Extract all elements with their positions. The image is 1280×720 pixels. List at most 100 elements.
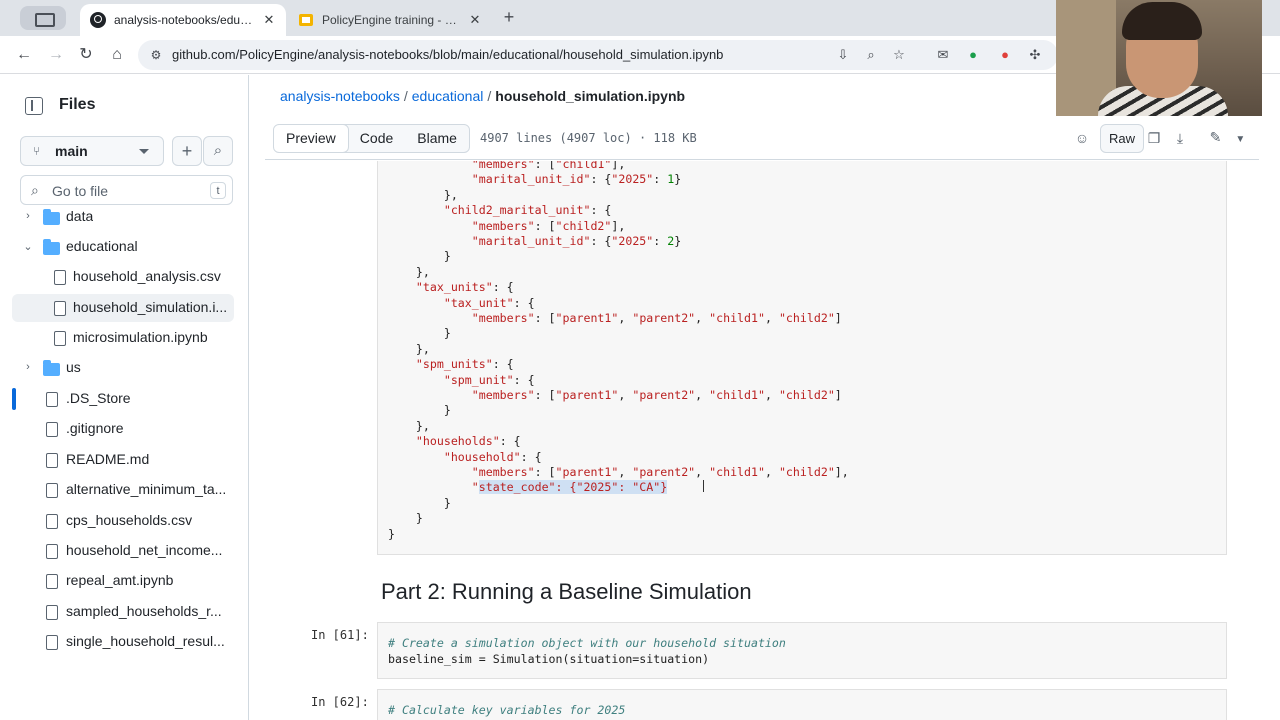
chevron-right-icon[interactable]: ›	[22, 361, 34, 373]
edit-button[interactable]: ✎ ▼	[1200, 124, 1255, 153]
code-cell-61: # Create a simulation object with our ho…	[377, 622, 1227, 679]
code-line: "household": {	[443, 450, 542, 464]
tree-item[interactable]: microsimulation.ipynb	[12, 324, 234, 352]
code-line: "state_code": {"2025": "CA"}	[471, 480, 668, 494]
file-icon	[46, 392, 58, 407]
cell-prompt-61: In [61]:	[311, 628, 369, 642]
home-icon[interactable]: ⌂	[106, 44, 128, 66]
tree-item-label: household_simulation.i...	[73, 299, 228, 315]
code-line: "members": ["child2"],	[471, 219, 626, 233]
tree-item[interactable]: repeal_amt.ipynb	[12, 567, 234, 595]
tree-item[interactable]: ⌄ educational	[12, 233, 234, 261]
breadcrumb-separator: /	[403, 88, 408, 104]
zoom-icon[interactable]: ⌕	[862, 46, 880, 64]
code-cell-situation: "members": ["child1"], "marital_unit_id"…	[377, 161, 1227, 555]
download-icon[interactable]: ⤓	[1171, 129, 1189, 147]
tree-item[interactable]: .DS_Store	[12, 385, 234, 413]
sidebar-toggle-icon[interactable]	[25, 97, 43, 115]
file-icon	[46, 635, 58, 650]
install-icon[interactable]: ⇩	[834, 46, 852, 64]
code-line: "households": {	[415, 434, 521, 448]
tree-item[interactable]: alternative_minimum_ta...	[12, 476, 234, 504]
code-comment: # Calculate key variables for 2025	[388, 703, 626, 717]
file-icon	[54, 331, 66, 346]
code-line: }	[415, 511, 423, 525]
mail-extension-icon[interactable]: ✉	[934, 46, 952, 64]
tree-item[interactable]: household_net_income...	[12, 537, 234, 565]
add-file-button[interactable]: +	[172, 136, 202, 166]
code-line: },	[415, 342, 430, 356]
tree-item[interactable]: household_analysis.csv	[12, 263, 234, 291]
reload-icon[interactable]: ↻	[75, 44, 97, 66]
tree-item-label: sampled_households_r...	[66, 603, 222, 619]
webcam-overlay	[1056, 0, 1262, 116]
code-line: }	[443, 496, 451, 510]
tree-item-label: single_household_resul...	[66, 633, 225, 649]
code-line: },	[443, 188, 458, 202]
tree-item[interactable]: single_household_resul...	[12, 628, 234, 656]
tab-blame[interactable]: Blame	[405, 125, 469, 152]
code-line: "members": ["parent1", "parent2", "child…	[471, 311, 842, 325]
copy-icon[interactable]: ❐	[1145, 129, 1163, 147]
browser-tab-github[interactable]: analysis-notebooks/educatio ✕	[80, 4, 286, 36]
raw-button[interactable]: Raw	[1100, 124, 1144, 153]
address-bar[interactable]: ⚙ github.com/PolicyEngine/analysis-noteb…	[138, 40, 1058, 70]
tree-item-label: .DS_Store	[66, 390, 131, 406]
pencil-icon: ✎	[1209, 129, 1222, 145]
back-icon[interactable]: ←	[13, 44, 35, 66]
new-tab-icon[interactable]: +	[498, 6, 520, 28]
webcam-person-hair	[1122, 2, 1202, 40]
chevron-down-icon[interactable]: ⌄	[22, 240, 34, 253]
go-to-file-input[interactable]: ⌕ Go to file t	[20, 175, 233, 205]
file-icon	[46, 453, 58, 468]
tree-item-label: alternative_minimum_ta...	[66, 481, 227, 497]
tree-item-label: README.md	[66, 451, 150, 467]
search-icon[interactable]: ⌕	[203, 136, 233, 166]
site-info-icon[interactable]: ⚙	[148, 47, 164, 63]
file-icon	[46, 422, 58, 437]
forward-icon[interactable]: →	[45, 44, 67, 66]
close-icon[interactable]: ✕	[468, 12, 482, 28]
breadcrumb-separator: /	[487, 88, 492, 104]
breadcrumb-folder-link[interactable]: educational	[412, 88, 484, 104]
breadcrumb-repo-link[interactable]: analysis-notebooks	[280, 88, 400, 104]
file-icon	[46, 514, 58, 529]
tree-item[interactable]: README.md	[12, 446, 234, 474]
go-to-file-placeholder: Go to file	[52, 183, 109, 199]
tree-item[interactable]: › data	[12, 203, 234, 231]
browser-tab-slides[interactable]: PolicyEngine training - 25th J ✕	[288, 4, 492, 36]
tree-item[interactable]: cps_households.csv	[12, 507, 234, 535]
extension-red-icon[interactable]: ●	[996, 46, 1014, 64]
slides-icon	[299, 14, 313, 26]
grammarly-icon[interactable]: ●	[964, 46, 982, 64]
file-tree-sidebar: Files ⑂ main + ⌕ ⌕ Go to file t › data ⌄ ed…	[0, 75, 249, 720]
tab-preview[interactable]: Preview	[273, 125, 349, 152]
code-line: "tax_units": {	[415, 280, 514, 294]
close-icon[interactable]: ✕	[262, 12, 276, 28]
github-icon	[90, 12, 106, 28]
tab-code[interactable]: Code	[348, 125, 405, 152]
code-line: "spm_unit": {	[443, 373, 535, 387]
tree-item[interactable]: household_simulation.i...	[12, 294, 234, 322]
code-line: },	[415, 419, 430, 433]
tree-item[interactable]: sampled_households_r...	[12, 598, 234, 626]
copilot-icon[interactable]: ☺	[1073, 129, 1091, 147]
file-icon	[54, 301, 66, 316]
code-line: "spm_units": {	[415, 357, 514, 371]
branch-selector[interactable]: ⑂ main	[20, 136, 164, 166]
folder-icon	[43, 360, 60, 376]
code-comment: # Create a simulation object with our ho…	[388, 636, 786, 650]
breadcrumb-current-file: household_simulation.ipynb	[495, 88, 686, 104]
folder-icon	[43, 209, 60, 225]
git-branch-icon: ⑂	[33, 144, 41, 158]
extensions-puzzle-icon[interactable]: ✣	[1026, 46, 1044, 64]
bookmark-star-icon[interactable]: ☆	[890, 46, 908, 64]
code-cell-62: # Calculate key variables for 2025	[377, 689, 1227, 720]
chevron-right-icon[interactable]: ›	[22, 210, 34, 222]
tree-item[interactable]: .gitignore	[12, 415, 234, 443]
tab-search-icon[interactable]	[20, 6, 66, 30]
file-info-text: 4907 lines (4907 loc) · 118 KB	[480, 131, 697, 145]
folder-icon	[43, 239, 60, 255]
tree-item[interactable]: › us	[12, 354, 234, 382]
tree-item-label: educational	[66, 238, 138, 254]
